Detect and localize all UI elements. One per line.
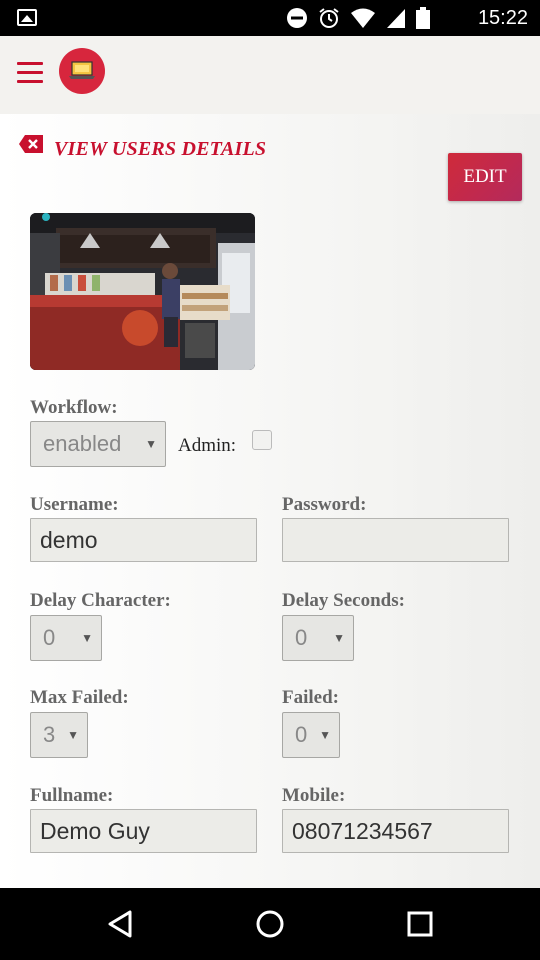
failed-select[interactable]: 0 ▼ <box>282 712 340 758</box>
status-icons <box>286 6 430 30</box>
edit-button[interactable]: EDIT <box>448 153 522 201</box>
max-failed-label: Max Failed: <box>30 687 129 708</box>
wifi-icon <box>351 8 375 28</box>
chevron-down-icon: ▼ <box>145 437 157 451</box>
signal-icon <box>387 9 405 28</box>
max-failed-select[interactable]: 3 ▼ <box>30 712 88 758</box>
mobile-field[interactable]: 08071234567 <box>282 809 509 853</box>
fullname-field[interactable]: Demo Guy <box>30 809 257 853</box>
laptop-logo-icon[interactable] <box>59 48 105 94</box>
failed-label: Failed: <box>282 687 339 708</box>
recents-icon[interactable] <box>402 906 438 942</box>
delay-seconds-label: Delay Seconds: <box>282 590 405 611</box>
max-failed-value: 3 <box>43 722 56 747</box>
status-bar: 15:22 <box>0 0 540 36</box>
battery-icon <box>416 7 430 29</box>
user-details-panel: VIEW USERS DETAILS EDIT Workflow: enable… <box>0 114 540 888</box>
back-icon[interactable] <box>102 906 138 942</box>
delay-character-label: Delay Character: <box>30 590 171 611</box>
close-icon[interactable] <box>18 134 44 154</box>
password-field[interactable] <box>282 518 509 562</box>
chevron-down-icon: ▼ <box>333 631 345 645</box>
chevron-down-icon: ▼ <box>319 728 331 742</box>
admin-checkbox[interactable] <box>252 430 272 450</box>
delay-character-select[interactable]: 0 ▼ <box>30 615 102 661</box>
delay-character-value: 0 <box>43 625 56 650</box>
username-label: Username: <box>30 494 119 515</box>
username-field[interactable]: demo <box>30 518 257 562</box>
chevron-down-icon: ▼ <box>67 728 79 742</box>
failed-value: 0 <box>295 722 308 747</box>
app-bar <box>0 36 540 114</box>
fullname-label: Fullname: <box>30 785 114 806</box>
user-photo <box>30 213 255 370</box>
home-icon[interactable] <box>252 906 288 942</box>
workflow-select[interactable]: enabled ▼ <box>30 421 166 467</box>
delay-seconds-value: 0 <box>295 625 308 650</box>
workflow-label: Workflow: <box>30 397 118 418</box>
alarm-icon <box>319 8 339 28</box>
chevron-down-icon: ▼ <box>81 631 93 645</box>
delay-seconds-select[interactable]: 0 ▼ <box>282 615 354 661</box>
gallery-icon <box>17 9 37 26</box>
hamburger-icon[interactable] <box>17 62 43 84</box>
dnd-icon <box>287 8 307 28</box>
password-label: Password: <box>282 494 367 515</box>
navigation-bar <box>0 888 540 960</box>
mobile-label: Mobile: <box>282 785 346 806</box>
page-title: VIEW USERS DETAILS <box>54 138 267 160</box>
admin-label: Admin: <box>178 435 237 456</box>
workflow-value: enabled <box>43 431 122 456</box>
status-time: 15:22 <box>477 7 528 29</box>
